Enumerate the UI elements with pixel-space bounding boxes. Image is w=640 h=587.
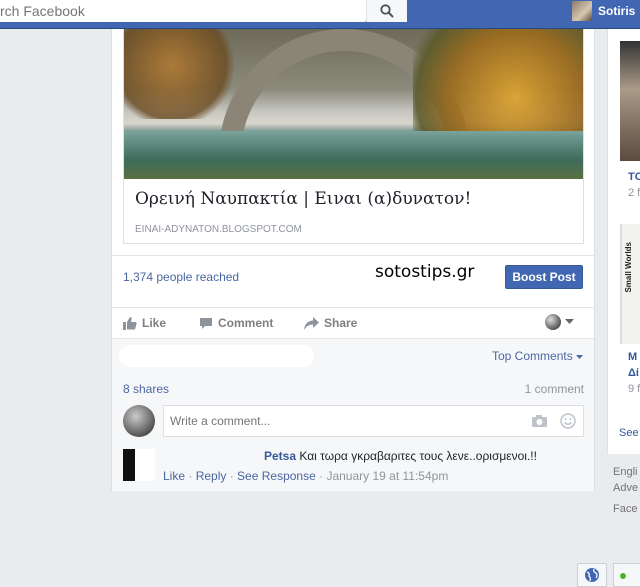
suggested-image[interactable] bbox=[620, 41, 640, 161]
comment-count-link[interactable]: 1 comment bbox=[525, 382, 584, 396]
online-status-icon bbox=[620, 573, 626, 579]
comment-label: Comment bbox=[218, 316, 274, 330]
comment-icon bbox=[200, 317, 212, 329]
post-stats: 8 shares 1 comment bbox=[123, 382, 584, 396]
user-name: Sotiris bbox=[598, 4, 636, 18]
comment-meta: Like · Reply · See Response · January 19… bbox=[163, 469, 449, 483]
audience-icon bbox=[545, 314, 561, 330]
search-icon bbox=[380, 4, 394, 18]
avatar[interactable] bbox=[123, 449, 155, 481]
like-label: Like bbox=[142, 316, 167, 330]
comment-button[interactable]: Comment bbox=[199, 316, 273, 330]
share-button[interactable]: Share bbox=[304, 316, 357, 330]
search-input[interactable] bbox=[0, 0, 366, 22]
avatar bbox=[572, 1, 592, 21]
comment-like-link[interactable]: Like bbox=[163, 469, 185, 483]
comment-body: Petsa Και τωρα γκραβαριτες τους λενε..ορ… bbox=[264, 449, 537, 463]
caret-down-icon bbox=[576, 355, 584, 359]
like-button[interactable]: Like bbox=[123, 316, 166, 330]
see-more-link[interactable]: See bbox=[619, 427, 639, 439]
suggested-image[interactable]: Small Worlds bbox=[620, 224, 640, 344]
comment-time[interactable]: January 19 at 11:54pm bbox=[326, 469, 448, 483]
top-comments-label: Top Comments bbox=[492, 349, 573, 363]
footer-facebook-link[interactable]: Face bbox=[613, 503, 637, 515]
footer-advertising-link[interactable]: Adve bbox=[613, 482, 638, 494]
footer-language-link[interactable]: Engli bbox=[613, 466, 637, 478]
watermark-text: sotostips.gr bbox=[375, 262, 475, 282]
comment-text: Και τωρα γκραβαριτες τους λενε..ορισμενο… bbox=[299, 449, 537, 463]
audience-selector[interactable] bbox=[545, 314, 574, 330]
share-icon bbox=[304, 316, 319, 330]
search-button[interactable] bbox=[366, 0, 407, 22]
share-label: Share bbox=[324, 316, 358, 330]
avatar bbox=[123, 405, 155, 437]
book-title: Small Worlds bbox=[624, 242, 633, 293]
right-sidebar: TC 2 f Small Worlds Μ Δί 9 f See bbox=[607, 29, 640, 454]
suggested-title-line2[interactable]: Δί bbox=[628, 367, 639, 379]
top-comments-dropdown[interactable]: Top Comments bbox=[492, 349, 584, 363]
shares-link[interactable]: 8 shares bbox=[123, 382, 169, 396]
people-reached-link[interactable]: 1,374 people reached bbox=[123, 270, 239, 284]
profile-link[interactable]: Sotiris bbox=[572, 0, 635, 22]
comment-reply-link[interactable]: Reply bbox=[196, 469, 227, 483]
emoji-icon[interactable] bbox=[560, 413, 576, 429]
post-card: Ορεινή Ναυπακτία | Ειναι (α)δυνατον! EIN… bbox=[111, 29, 595, 491]
thumbs-up-icon bbox=[123, 316, 137, 330]
caret-down-icon bbox=[565, 319, 574, 324]
globe-icon bbox=[585, 568, 599, 582]
suggested-subtitle: 9 f bbox=[628, 383, 640, 395]
chat-button[interactable] bbox=[613, 563, 640, 587]
suggested-title[interactable]: Μ bbox=[628, 351, 637, 363]
suggested-title[interactable]: TC bbox=[628, 171, 640, 183]
redacted-area bbox=[119, 345, 314, 367]
comment-composer[interactable] bbox=[163, 405, 584, 437]
comment-input[interactable] bbox=[164, 406, 504, 436]
link-domain: EINAI-ADYNATON.BLOGSPOT.COM bbox=[135, 224, 302, 235]
top-bar: Sotiris bbox=[0, 0, 640, 29]
comments-section: Top Comments 8 shares 1 comment Petsa Κα… bbox=[112, 338, 594, 491]
see-response-link[interactable]: See Response bbox=[237, 469, 316, 483]
boost-post-button[interactable]: Boost Post bbox=[505, 265, 583, 289]
link-image[interactable] bbox=[124, 29, 583, 179]
reach-row: 1,374 people reached sotostips.gr Boost … bbox=[112, 255, 594, 297]
post-actions: Like Comment Share bbox=[112, 307, 594, 338]
link-title[interactable]: Ορεινή Ναυπακτία | Ειναι (α)δυνατον! bbox=[135, 189, 471, 209]
search-box[interactable] bbox=[0, 0, 366, 22]
comment-author[interactable]: Petsa bbox=[264, 449, 296, 463]
camera-icon[interactable] bbox=[532, 415, 547, 427]
link-preview[interactable]: Ορεινή Ναυπακτία | Ειναι (α)δυνατον! EIN… bbox=[123, 29, 584, 244]
suggested-subtitle: 2 f bbox=[628, 187, 640, 199]
globe-button[interactable] bbox=[577, 563, 607, 587]
